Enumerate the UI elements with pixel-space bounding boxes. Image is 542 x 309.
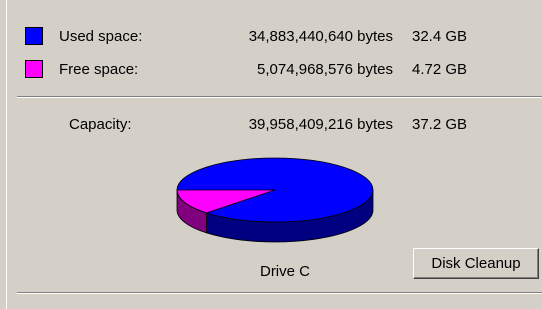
disk-properties-panel: Used space: 34,883,440,640 bytes 32.4 GB… bbox=[6, 0, 542, 309]
free-space-bytes: 5,074,968,576 bytes bbox=[257, 61, 393, 78]
pie-chart-svg bbox=[176, 157, 374, 243]
free-space-label: Free space: bbox=[59, 61, 139, 78]
used-space-gb: 32.4 GB bbox=[412, 28, 468, 45]
used-space-bytes: 34,883,440,640 bytes bbox=[248, 28, 393, 45]
disk-cleanup-button[interactable]: Disk Cleanup bbox=[413, 248, 539, 279]
free-space-swatch bbox=[25, 60, 43, 78]
capacity-bytes: 39,958,409,216 bytes bbox=[248, 116, 393, 133]
used-space-row: Used space: 34,883,440,640 bytes 32.4 GB bbox=[7, 27, 542, 51]
capacity-label: Capacity: bbox=[69, 116, 132, 133]
free-space-gb: 4.72 GB bbox=[412, 61, 468, 78]
free-space-row: Free space: 5,074,968,576 bytes 4.72 GB bbox=[7, 60, 542, 84]
drive-label: Drive C bbox=[259, 263, 310, 280]
used-space-swatch bbox=[25, 27, 43, 45]
capacity-gb: 37.2 GB bbox=[412, 116, 468, 133]
separator-bottom bbox=[17, 292, 542, 294]
separator-top bbox=[17, 96, 542, 98]
disk-usage-pie-chart bbox=[165, 148, 385, 252]
capacity-row: Capacity: 39,958,409,216 bytes 37.2 GB bbox=[7, 115, 542, 139]
used-space-label: Used space: bbox=[59, 28, 143, 45]
